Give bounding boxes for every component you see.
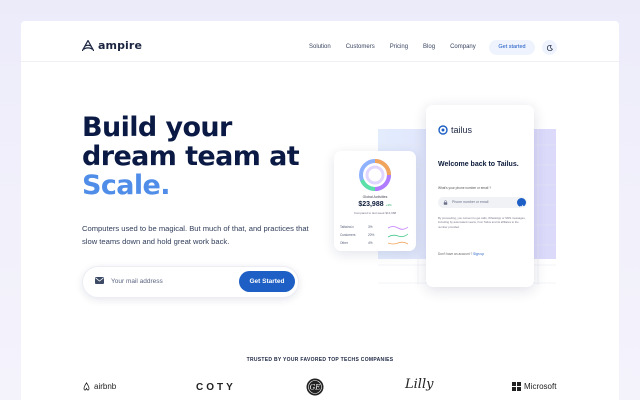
arrow-right-icon [520, 204, 524, 209]
mail-icon [95, 277, 104, 284]
stats-row: Other 4% [340, 239, 410, 247]
brand-mark-icon [82, 40, 94, 51]
trusted-heading: TRUSTED BY YOUR FAVORED TOP TECHS COMPAN… [246, 357, 394, 363]
airbnb-icon [83, 382, 90, 391]
sparkline [388, 225, 409, 230]
sparkline [388, 233, 409, 237]
stats-comparison: Compared to last week $13,988 [353, 211, 397, 215]
phone-label: What's your phone number or email ? [438, 186, 492, 190]
hero-title-line1: Build your [82, 112, 232, 143]
hero-title: Build your dream team at Scale. [82, 112, 300, 201]
login-welcome-heading: Welcome back to Tailus. [438, 161, 519, 168]
menu-item-blog[interactable]: Blog [423, 44, 435, 50]
activity-donut-chart [359, 159, 391, 191]
menu-item-customers[interactable]: Customers [346, 44, 375, 50]
email-input[interactable]: Your mail address [111, 278, 163, 285]
stats-rows: Tailwind.v 3% Customers 20% Other 4% [340, 223, 410, 247]
menu-item-company[interactable]: Company [450, 44, 476, 50]
hero-title-accent: Scale. [82, 170, 171, 201]
hero-title-line2: dream team at [82, 141, 300, 172]
ge-text: GE [310, 384, 321, 392]
stats-change: +4% [385, 203, 392, 207]
activity-stats-card: Global Activities $23,988 +4% Compared t… [334, 151, 416, 251]
signup-prompt: Don't have an account ? Sign up [438, 252, 484, 256]
stats-row: Customers 20% [340, 231, 410, 239]
stats-row: Tailwind.v 3% [340, 223, 410, 231]
moon-icon [546, 44, 553, 51]
signup-link[interactable]: Sign up [473, 252, 484, 256]
airbnb-logo: airbnb [82, 382, 116, 391]
login-card: tailus Welcome back to Tailus. What's yo… [426, 105, 534, 287]
stats-label: Global Activities [362, 195, 388, 199]
lilly-logo: Lilly [405, 377, 434, 392]
theme-toggle-button[interactable] [542, 40, 557, 55]
hero-subtitle: Computers used to be magical. But much o… [82, 224, 309, 246]
partner-logos: airbnb COTY GE Lilly Microsoft [21, 376, 619, 400]
brand-logo[interactable]: ampire [82, 39, 142, 52]
menu-item-pricing[interactable]: Pricing [390, 44, 408, 50]
phone-input[interactable]: Phone number or email [438, 197, 527, 209]
tailus-logo-icon [438, 125, 448, 135]
get-started-button[interactable]: Get started [489, 40, 535, 55]
tailus-logo: tailus [438, 125, 472, 135]
ge-logo: GE [306, 378, 324, 396]
microsoft-windows-icon [512, 382, 521, 391]
microsoft-logo: Microsoft [512, 382, 556, 391]
phone-submit-button[interactable] [517, 198, 526, 209]
stats-value: $23,988 +4% [358, 201, 392, 208]
sparkline [388, 241, 409, 244]
coty-logo: COTY [196, 382, 236, 393]
ge-monogram-icon: GE [306, 378, 324, 396]
menu-item-solution[interactable]: Solution [309, 44, 331, 50]
legal-text: By proceeding, you consent to get calls,… [438, 216, 526, 229]
email-submit-button[interactable]: Get Started [239, 271, 295, 292]
top-navigation: ampire Solution Customers Pricing Blog C… [21, 21, 619, 62]
brand-name: ampire [98, 39, 143, 52]
email-signup-form: Your mail address Get Started [82, 266, 299, 298]
lock-icon [443, 200, 448, 205]
main-menu: Solution Customers Pricing Blog Company [309, 44, 476, 50]
page-container: ampire Solution Customers Pricing Blog C… [21, 21, 619, 400]
